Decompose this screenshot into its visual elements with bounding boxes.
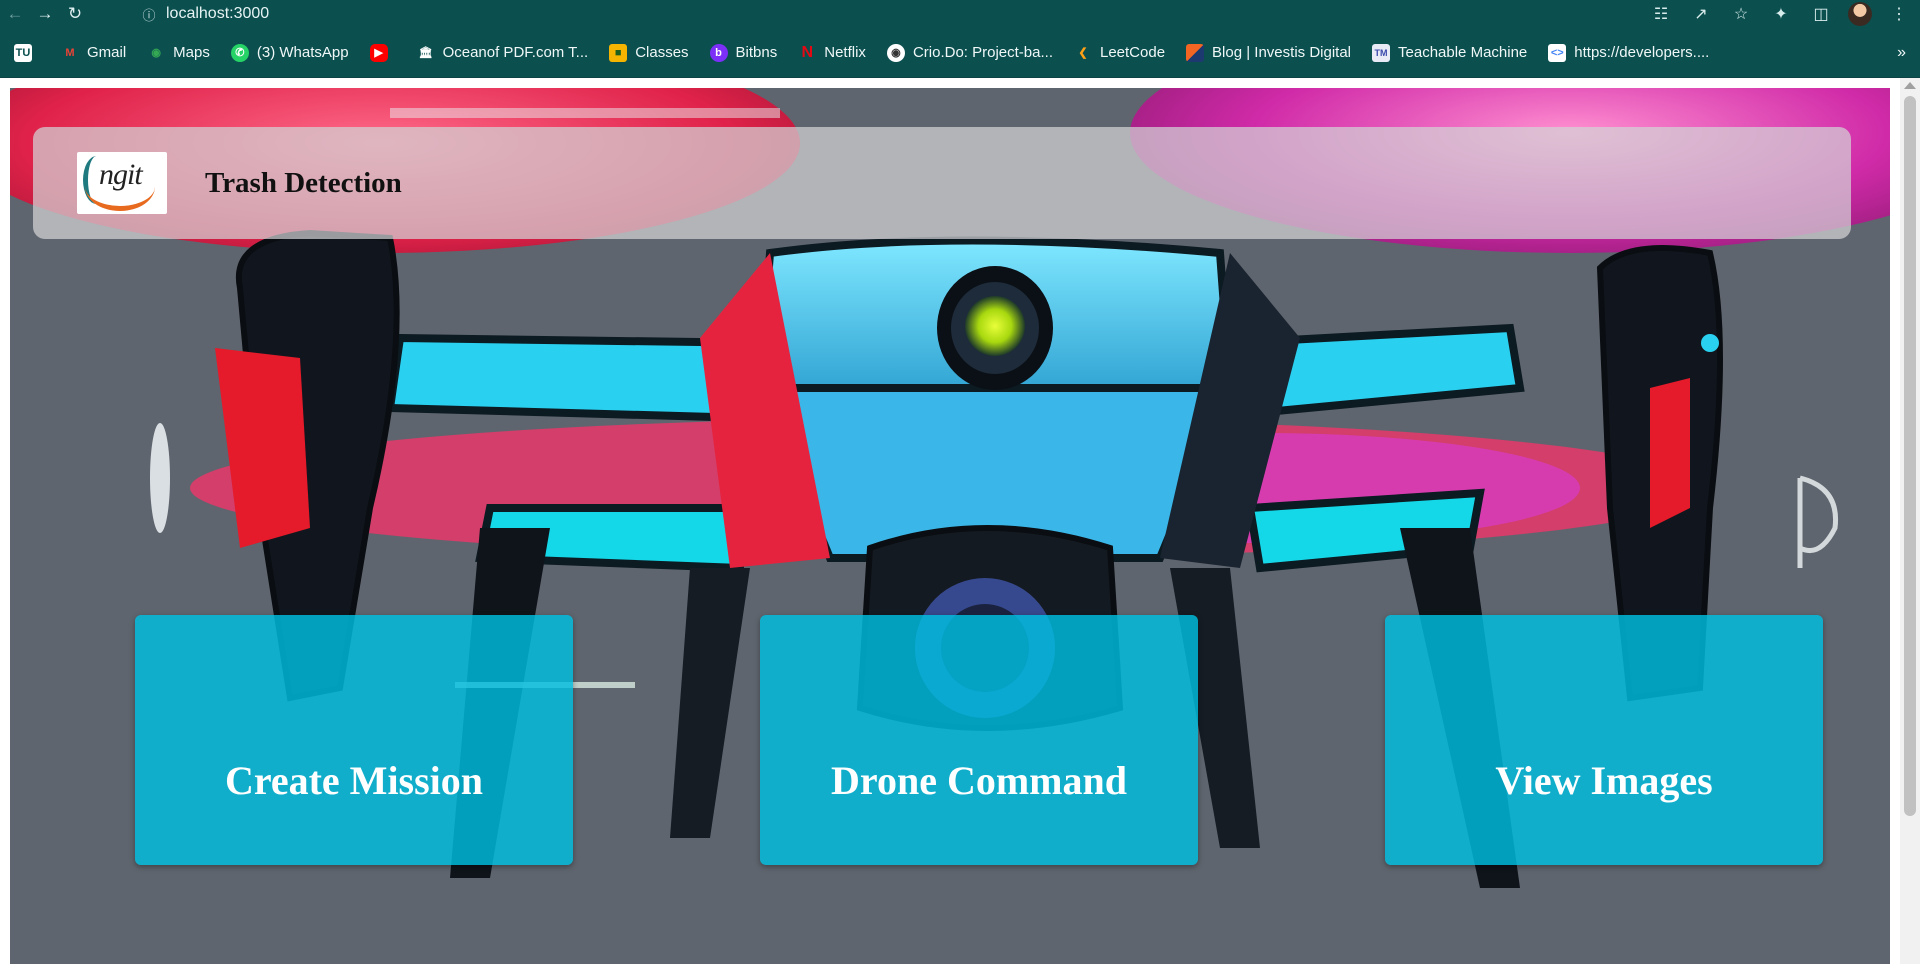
classroom-icon: ■ [609,43,628,62]
bookmark-label: https://developers.... [1574,44,1710,61]
tu-icon: TU [14,43,32,62]
youtube-icon: ▶ [369,43,388,62]
bookmark-crio[interactable]: ◉ Crio.Do: Project-ba... [886,43,1053,62]
bookmark-bitbns[interactable]: b Bitbns [709,43,778,62]
drone-command-label: Drone Command [831,757,1127,803]
bookmark-label: Teachable Machine [1398,44,1528,61]
translate-icon[interactable]: ☷ [1648,1,1674,27]
maps-icon: ◉ [151,47,161,59]
bookmark-star-icon[interactable]: ☆ [1728,1,1754,27]
app-header: ngit Trash Detection [33,127,1851,239]
bookmark-label: Netflix [824,44,866,61]
toolbar-actions: ☷ ↗ ☆ ✦ ◫ ⋮ [1648,0,1912,28]
reload-icon[interactable]: ↻ [60,0,90,28]
logo-text: ngit [99,158,143,191]
bookmark-oceanofpdf[interactable]: 🏛 Oceanof PDF.com T... [417,44,589,62]
bookmark-maps[interactable]: ◉ Maps [147,44,210,62]
address-url[interactable]: localhost:3000 [166,5,269,23]
scrollbar-thumb[interactable] [1904,96,1916,816]
create-mission-label: Create Mission [224,757,484,803]
bookmarks-overflow-button[interactable]: » [1897,44,1906,62]
bookmark-label: LeetCode [1099,44,1166,61]
bookmark-label: Classes [635,44,689,61]
bookmark-label: Bitbns [735,44,778,61]
bookmark-investis[interactable]: Blog | Investis Digital [1186,43,1352,62]
ngit-logo: ngit [77,152,167,214]
share-icon[interactable]: ↗ [1688,1,1714,27]
bitbns-icon: b [709,43,728,62]
teachable-machine-icon: TM [1372,43,1391,62]
drone-command-button[interactable]: Drone Command [760,615,1198,865]
profile-avatar[interactable] [1848,2,1872,26]
gmail-icon: M [65,46,75,59]
bookmark-classes[interactable]: ■ Classes [609,43,689,62]
menu-kebab-icon[interactable]: ⋮ [1886,1,1912,27]
netflix-icon: N [801,43,814,61]
bookmark-youtube[interactable]: ▶ [369,43,396,62]
bookmarks-bar: TU M Gmail ◉ Maps ✆ (3) WhatsApp ▶ 🏛 Oceanof… [0,28,1920,78]
scroll-up-arrow-icon[interactable] [1904,82,1916,89]
create-mission-button[interactable]: Create Mission [135,615,573,865]
bookmark-label: Blog | Investis Digital [1212,44,1352,61]
vertical-scrollbar[interactable] [1900,78,1920,964]
bookmark-whatsapp[interactable]: ✆ (3) WhatsApp [230,43,349,62]
bookmark-developers[interactable]: <> https://developers.... [1548,43,1710,62]
investis-icon [1186,43,1205,62]
leetcode-icon: ❮ [1078,47,1088,59]
bookmark-leetcode[interactable]: ❮ LeetCode [1074,44,1165,62]
crio-icon: ◉ [886,43,905,62]
bookmark-label: Gmail [87,44,127,61]
extensions-icon[interactable]: ✦ [1768,1,1794,27]
browser-toolbar: ← → ↻ ⓘ localhost:3000 ☷ ↗ ☆ ✦ ◫ ⋮ [0,0,1920,28]
back-arrow-icon[interactable]: ← [0,0,30,28]
developers-icon: <> [1548,43,1567,62]
bookmark-label: Crio.Do: Project-ba... [912,44,1053,61]
bookmark-teachable[interactable]: TM Teachable Machine [1372,43,1528,62]
page-title: Trash Detection [205,166,402,199]
bookmark-label: Maps [173,44,210,61]
pdf-library-icon: 🏛 [418,47,433,59]
view-images-label: View Images [1495,757,1713,803]
address-bar[interactable]: ⓘ localhost:3000 [138,1,1838,27]
side-panel-icon[interactable]: ◫ [1808,1,1834,27]
bookmark-label: Oceanof PDF.com T... [442,44,589,61]
whatsapp-icon: ✆ [230,43,249,62]
bookmark-netflix[interactable]: N Netflix [798,43,866,62]
site-info-icon[interactable]: ⓘ [138,5,160,24]
bookmark-gmail[interactable]: M Gmail [61,44,126,62]
bookmark-tu[interactable]: TU [14,43,40,62]
view-images-button[interactable]: View Images [1385,615,1823,865]
forward-arrow-icon[interactable]: → [30,0,60,28]
bookmark-label: (3) WhatsApp [256,44,349,61]
